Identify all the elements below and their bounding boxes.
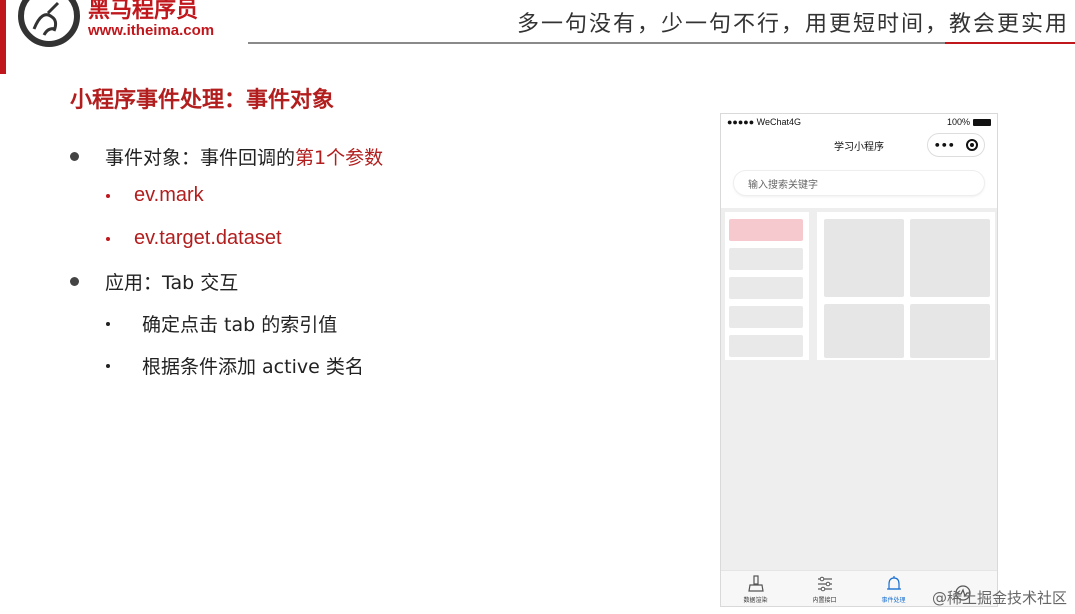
tab-builtin-api[interactable]: 内置接口 <box>790 571 859 606</box>
tab-label: 数据渲染 <box>743 597 768 604</box>
bullet-dot <box>70 152 79 161</box>
bullet-highlight: 第1个参数 <box>295 147 384 169</box>
sidebar-item[interactable] <box>729 306 803 328</box>
sidebar-item[interactable] <box>729 335 803 357</box>
header-divider-accent <box>945 42 1075 44</box>
grid-item[interactable] <box>910 304 990 358</box>
bell-icon <box>886 576 901 590</box>
sub-bullet-text: ev.mark <box>134 184 204 206</box>
tab-label: 事件处理 <box>881 597 906 604</box>
close-target-icon[interactable] <box>966 139 979 151</box>
more-icon[interactable]: ••• <box>934 139 955 152</box>
sub-bullet-item: 根据条件添加 active 类名 <box>106 352 364 379</box>
carrier-text: ●●●●● WeChat4G <box>727 117 802 127</box>
content-grid <box>817 212 995 360</box>
category-sidebar <box>725 212 809 360</box>
sub-bullet-item: ev.mark <box>106 184 204 207</box>
logo-emblem-icon <box>18 0 80 47</box>
sidebar-item[interactable] <box>729 248 803 270</box>
brand-url[interactable]: www.itheima.com <box>88 22 214 40</box>
sub-bullet-dot <box>106 363 110 368</box>
search-placeholder: 输入搜索关键字 <box>748 179 818 191</box>
battery-status: 100% <box>947 117 991 127</box>
status-bar: ●●●●● WeChat4G 100% <box>721 114 997 130</box>
nav-bar: 学习小程序 ••• <box>721 130 997 160</box>
sliders-icon <box>817 576 832 592</box>
battery-icon <box>973 119 991 127</box>
sub-bullet-text: 确定点击 tab 的索引值 <box>142 314 338 336</box>
search-input[interactable]: 输入搜索关键字 <box>733 170 985 196</box>
sub-bullet-dot <box>106 193 110 198</box>
menu-capsule[interactable]: ••• <box>927 133 985 157</box>
nav-title: 学习小程序 <box>834 141 884 153</box>
slogan: 多一句没有，少一句不行，用更短时间，教会更实用 <box>516 12 1069 37</box>
sub-bullet-dot <box>106 321 110 326</box>
left-accent-bar <box>0 0 6 74</box>
bullet-item: 事件对象：事件回调的 第1个参数 <box>70 143 383 170</box>
sub-bullet-dot <box>106 236 110 241</box>
broom-icon <box>747 575 764 592</box>
sidebar-item[interactable] <box>729 277 803 299</box>
sidebar-item-active[interactable] <box>729 219 803 241</box>
sub-bullet-item: ev.target.dataset <box>106 227 282 250</box>
brand-logo: 黑马程序员 www.itheima.com <box>18 0 214 47</box>
slide-title: 小程序事件处理：事件对象 <box>70 88 335 113</box>
grid-item[interactable] <box>824 219 904 297</box>
tab-event-handling[interactable]: 事件处理 <box>859 571 928 606</box>
bullet-item: 应用：Tab 交互 <box>70 268 238 295</box>
grid-item[interactable] <box>824 304 904 358</box>
tab-data-render[interactable]: 数据渲染 <box>721 571 790 606</box>
grid-item[interactable] <box>910 219 990 297</box>
sub-bullet-item: 确定点击 tab 的索引值 <box>106 310 337 337</box>
watermark: @稀土掘金技术社区 <box>931 589 1067 607</box>
bullet-dot <box>70 277 79 286</box>
phone-mockup: ●●●●● WeChat4G 100% 学习小程序 ••• 输入搜索关键字 数据… <box>720 113 998 607</box>
sub-bullet-text: ev.target.dataset <box>134 227 282 249</box>
content-area <box>721 208 997 572</box>
bullet-text: 事件对象：事件回调的 <box>105 147 296 169</box>
bullet-text: 应用：Tab 交互 <box>105 272 239 294</box>
tab-label: 内置接口 <box>812 597 837 604</box>
brand-name: 黑马程序员 <box>88 0 199 23</box>
sub-bullet-text: 根据条件添加 active 类名 <box>142 356 364 378</box>
battery-text: 100% <box>946 117 970 127</box>
